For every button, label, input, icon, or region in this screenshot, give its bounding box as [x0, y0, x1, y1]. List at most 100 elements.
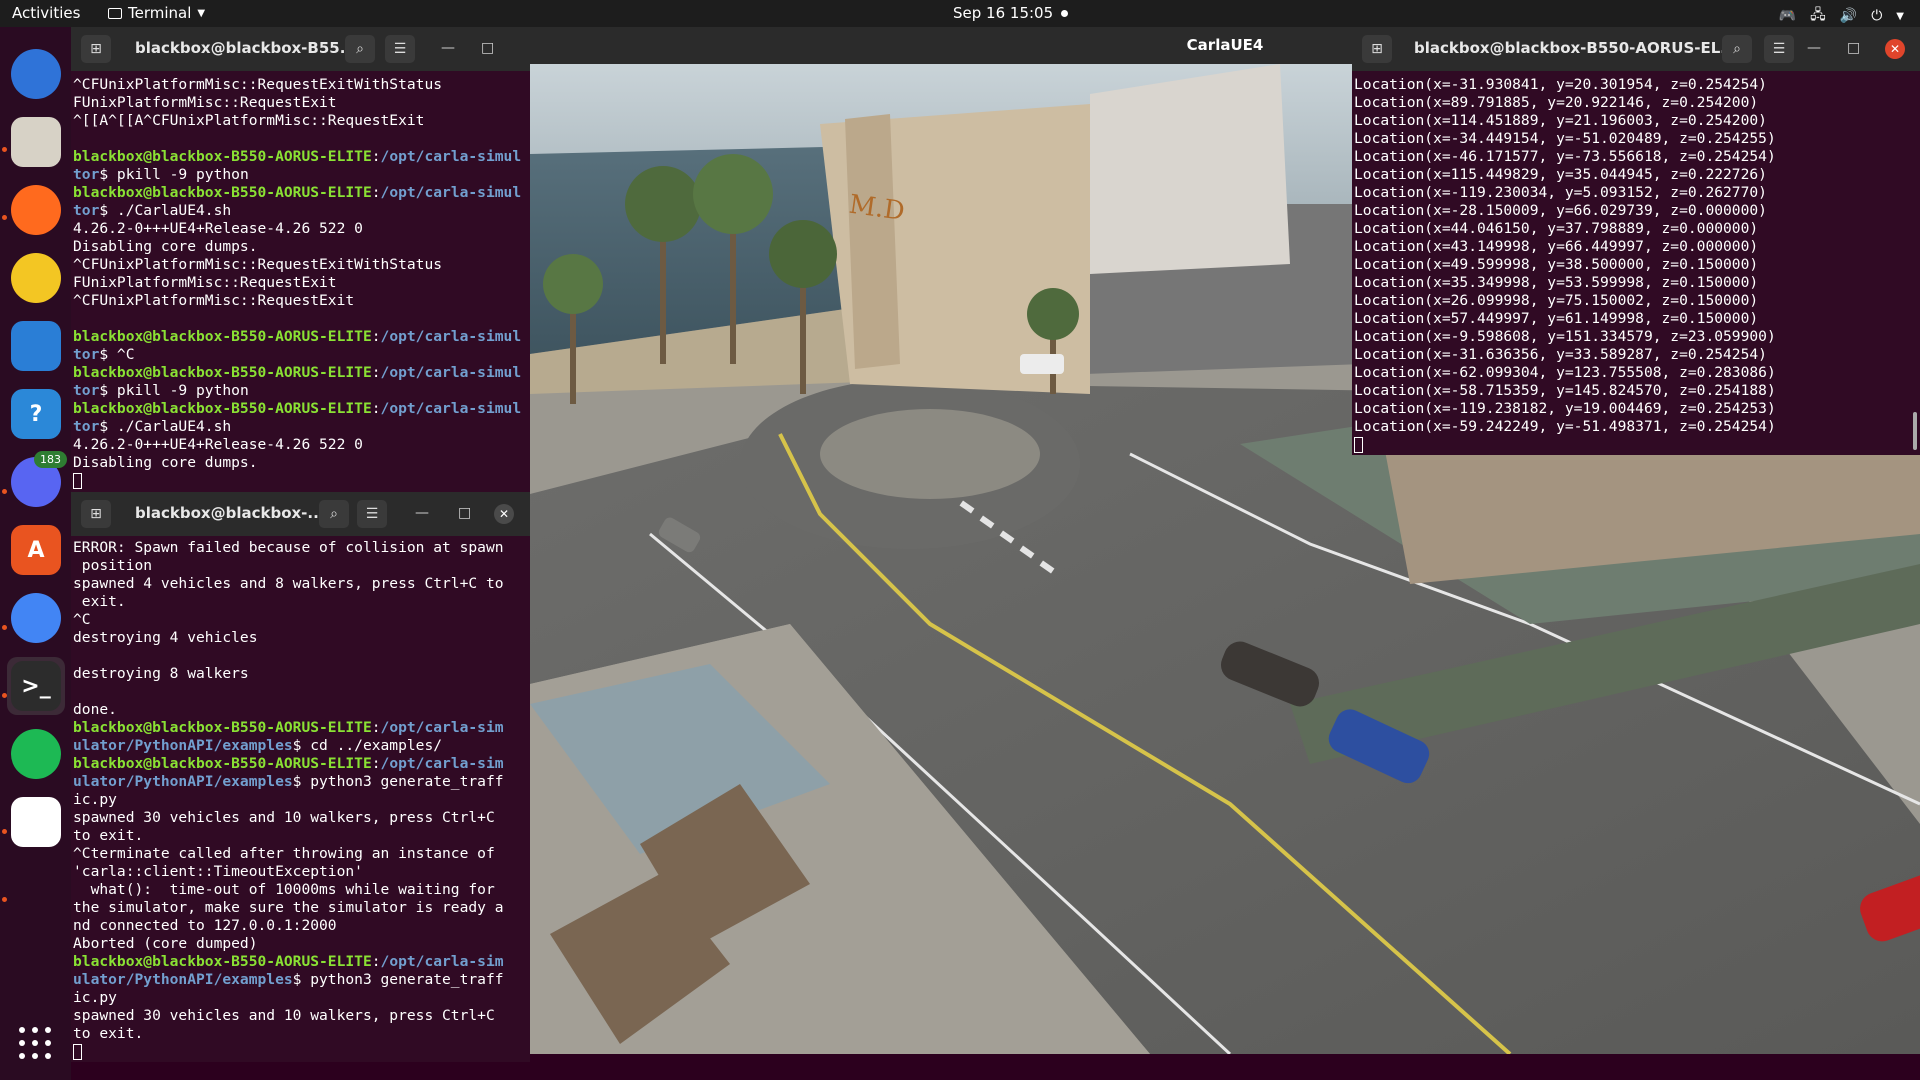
new-tab-button[interactable]: ⊞	[1362, 35, 1392, 63]
terminal-text: $ pkill -9 python	[99, 166, 249, 183]
clock[interactable]: Sep 16 15:05	[953, 4, 1069, 22]
prompt-path: ulator/PythonAPI/examples	[73, 737, 293, 754]
terminal-text: the simulator, make sure the simulator i…	[73, 899, 504, 916]
dock-chrome[interactable]	[7, 589, 65, 647]
terminal-text: $ python3 generate_traff	[292, 773, 504, 790]
dock-ubuntu-software[interactable]: A	[7, 521, 65, 579]
prompt-path: /opt/carla-simul	[380, 400, 522, 417]
minimize-button[interactable]: —	[441, 40, 455, 56]
terminal-text: 'carla::client::TimeoutException'	[73, 863, 363, 880]
terminal-line: blackbox@blackbox-B550-AORUS-ELITE:/opt/…	[73, 364, 530, 382]
terminal-line: blackbox@blackbox-B550-AORUS-ELITE:/opt/…	[73, 148, 530, 166]
terminal-text: Location(x=-62.099304, y=123.755508, z=0…	[1354, 364, 1776, 381]
terminal-text: to exit.	[73, 827, 144, 844]
terminal-line: ERROR: Spawn failed because of collision…	[73, 539, 530, 557]
volume-icon[interactable]: 🔊	[1840, 8, 1857, 24]
search-button[interactable]: ⌕	[345, 35, 375, 63]
notification-badge: 183	[34, 451, 67, 468]
terminal-titlebar[interactable]: ⊞ blackbox@blackbox-B550-AORUS-EL... ⌕ ☰…	[1352, 27, 1920, 71]
terminal-text: FUnixPlatformMisc::RequestExit	[73, 94, 337, 111]
dock-help[interactable]: ?	[7, 385, 65, 443]
minimize-button[interactable]: —	[415, 505, 429, 521]
terminal-text: Aborted (core dumped)	[73, 935, 258, 952]
terminal-text: Location(x=89.791885, y=20.922146, z=0.2…	[1354, 94, 1759, 111]
chevron-down-icon[interactable]: ▼	[1896, 11, 1904, 22]
text-editor-icon	[11, 797, 61, 847]
terminal-text: Location(x=-119.238182, y=19.004469, z=0…	[1354, 400, 1776, 417]
libreoffice-writer-icon	[11, 321, 61, 371]
terminal-text: :	[371, 719, 381, 736]
discord-tray-icon[interactable]: 🎮	[1779, 8, 1796, 24]
terminal-line: Location(x=-58.715359, y=145.824570, z=0…	[1354, 382, 1920, 400]
terminal-text: ic.py	[73, 989, 117, 1006]
dock-discord[interactable]: 183	[7, 451, 67, 511]
terminal-titlebar[interactable]: ⊞ blackbox@blackbox-... ⌕ ☰ — □ ✕	[71, 492, 530, 536]
terminal-window-bottom-left[interactable]: ⊞ blackbox@blackbox-... ⌕ ☰ — □ ✕ ERROR:…	[71, 492, 530, 1062]
terminal-output[interactable]: ERROR: Spawn failed because of collision…	[71, 539, 530, 1062]
close-button[interactable]: ✕	[494, 504, 514, 524]
roundabout-island	[820, 409, 1040, 499]
menu-button[interactable]: ☰	[357, 500, 387, 528]
dock-terminal[interactable]: >_	[7, 657, 65, 715]
app-menu[interactable]: Terminal ▼	[108, 4, 205, 22]
terminal-window-top-left[interactable]: ⊞ blackbox@blackbox-B55... ⌕ ☰ — □ ^CFUn…	[71, 27, 530, 492]
rhythmbox-icon	[11, 253, 61, 303]
prompt-user: blackbox@blackbox-B550-AORUS-ELITE	[73, 719, 372, 736]
system-tray[interactable]: 🎮 🖧 🔊 ⏻ ▼	[1779, 4, 1904, 28]
terminal-text: Disabling core dumps.	[73, 454, 258, 471]
top-bar: Activities Terminal ▼ Sep 16 15:05 🎮 🖧 🔊…	[0, 0, 1920, 27]
dock-thunderbird[interactable]	[7, 45, 65, 103]
terminal-text: $ ./CarlaUE4.sh	[99, 418, 232, 435]
close-button[interactable]: ✕	[1885, 39, 1905, 59]
scrollbar[interactable]	[1913, 412, 1917, 450]
minimize-button[interactable]: —	[1807, 40, 1821, 56]
new-tab-button[interactable]: ⊞	[81, 500, 111, 528]
menu-button[interactable]: ☰	[1764, 35, 1794, 63]
maximize-button[interactable]: □	[481, 40, 494, 56]
terminal-output[interactable]: Location(x=-31.930841, y=20.301954, z=0.…	[1352, 76, 1920, 455]
activities-button[interactable]: Activities	[12, 4, 80, 22]
dock-text-editor[interactable]	[7, 793, 65, 851]
terminal-line: Location(x=-31.930841, y=20.301954, z=0.…	[1354, 76, 1920, 94]
show-applications-icon[interactable]	[19, 1027, 51, 1059]
terminal-title: blackbox@blackbox-B550-AORUS-EL...	[1414, 39, 1738, 57]
terminal-text: :	[371, 400, 381, 417]
running-indicator	[2, 215, 7, 220]
prompt-path: /opt/carla-simul	[380, 364, 522, 381]
terminal-output[interactable]: ^CFUnixPlatformMisc::RequestExitWithStat…	[71, 76, 530, 492]
terminal-line: ^CFUnixPlatformMisc::RequestExit	[73, 292, 530, 310]
prompt-user: blackbox@blackbox-B550-AORUS-ELITE	[73, 953, 372, 970]
firefox-icon	[11, 185, 61, 235]
terminal-titlebar[interactable]: ⊞ blackbox@blackbox-B55... ⌕ ☰ — □	[71, 27, 530, 71]
terminal-text: ^CFUnixPlatformMisc::RequestExitWithStat…	[73, 256, 443, 273]
menu-button[interactable]: ☰	[385, 35, 415, 63]
terminal-text: what(): time-out of 10000ms while waitin…	[73, 881, 495, 898]
terminal-line: blackbox@blackbox-B550-AORUS-ELITE:/opt/…	[73, 400, 530, 418]
terminal-line: Location(x=26.099998, y=75.150002, z=0.1…	[1354, 292, 1920, 310]
terminal-line: Location(x=-119.230034, y=5.093152, z=0.…	[1354, 184, 1920, 202]
terminal-window-right[interactable]: ⊞ blackbox@blackbox-B550-AORUS-EL... ⌕ ☰…	[1352, 27, 1920, 455]
terminal-text: Location(x=-28.150009, y=66.029739, z=0.…	[1354, 202, 1767, 219]
search-button[interactable]: ⌕	[319, 500, 349, 528]
terminal-text: spawned 30 vehicles and 10 walkers, pres…	[73, 809, 495, 826]
terminal-text: Location(x=115.449829, y=35.044945, z=0.…	[1354, 166, 1767, 183]
maximize-button[interactable]: □	[458, 505, 471, 521]
terminal-line: ulator/PythonAPI/examples$ python3 gener…	[73, 773, 530, 791]
power-icon[interactable]: ⏻	[1871, 8, 1882, 24]
dock-files[interactable]	[7, 113, 65, 171]
terminal-line: tor$ ./CarlaUE4.sh	[73, 418, 530, 436]
terminal-text: $ python3 generate_traff	[292, 971, 504, 988]
dock-libreoffice-writer[interactable]	[7, 317, 65, 375]
dock-rhythmbox[interactable]	[7, 249, 65, 307]
terminal-line: exit.	[73, 593, 530, 611]
terminal-line: to exit.	[73, 827, 530, 845]
help-icon: ?	[11, 389, 61, 439]
search-button[interactable]: ⌕	[1722, 35, 1752, 63]
dock-firefox[interactable]	[7, 181, 65, 239]
network-icon[interactable]: 🖧	[1810, 4, 1826, 28]
new-tab-button[interactable]: ⊞	[81, 35, 111, 63]
maximize-button[interactable]: □	[1847, 40, 1860, 56]
dock-spotify[interactable]	[7, 725, 65, 783]
terminal-text: 4.26.2-0+++UE4+Release-4.26 522 0	[73, 436, 363, 453]
